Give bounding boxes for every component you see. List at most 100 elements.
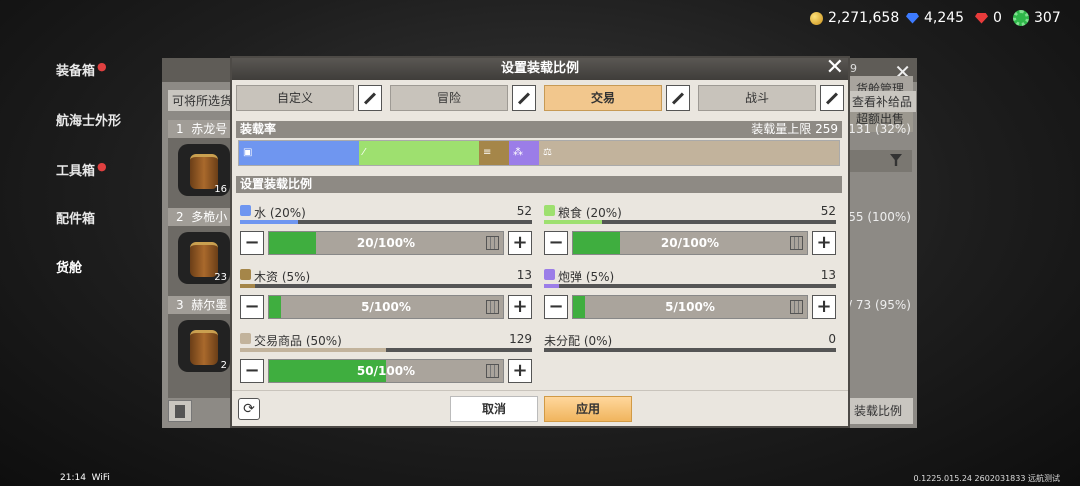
item-controls: − 50/100% + [240,359,532,383]
tab-adventure[interactable]: 冒险 [390,85,508,111]
green-gear-icon [1013,10,1029,26]
calculator-icon[interactable] [486,364,499,378]
lumber-icon [240,269,251,280]
increase-button[interactable]: + [812,231,836,255]
item-label: 木资 (5%) [254,270,311,284]
calculator-icon[interactable] [790,236,803,250]
ratio-slider[interactable]: 5/100% [268,295,504,319]
water-icon [240,205,251,216]
nav-item-equipment[interactable]: 装备箱 ● [56,60,107,79]
red-gem-icon [975,12,988,24]
item-controls: − 20/100% + [544,231,836,255]
calculator-icon[interactable] [790,300,803,314]
increase-button[interactable]: + [508,359,532,383]
view-supply-link[interactable]: 查看补给品 [848,91,917,112]
item-controls: − 5/100% + [544,295,836,319]
barrel-icon: 16 [178,144,230,196]
gold-currency: 2,271,658 [810,10,899,26]
side-nav: 装备箱 ● 航海士外形 工具箱 ● 配件箱 货舱 [0,0,160,486]
apply-button[interactable]: 应用 [544,396,632,422]
ratio-slider[interactable]: 20/100% [572,231,808,255]
decrease-button[interactable]: − [544,231,568,255]
load-segment: ▣ [239,141,359,165]
increase-button[interactable]: + [812,295,836,319]
red-gem-currency: 0 [975,10,1002,26]
ratio-slider[interactable]: 20/100% [268,231,504,255]
ratio-header: 设置装载比例 [236,176,842,193]
status-bar: 21:14 WiFi [60,473,110,483]
ratio-slider[interactable]: 5/100% [572,295,808,319]
decrease-button[interactable]: − [240,231,264,255]
ratio-slider[interactable]: 50/100% [268,359,504,383]
preset-tabs: 自定义 冒险 交易 战斗 [236,85,844,113]
row-percent: / 73 (95%) [848,298,911,312]
decrease-button[interactable]: − [240,359,264,383]
item-ratio-bar [240,348,532,352]
increase-button[interactable]: + [508,295,532,319]
decrease-button[interactable]: − [240,295,264,319]
nav-item-toolbox[interactable]: 工具箱 ● [56,160,107,179]
load-segment: ⁄ [359,141,479,165]
edit-trade-icon[interactable] [666,85,690,111]
green-currency: 307 [1013,10,1061,26]
lumber-icon: ≡ [483,147,492,158]
item-max: 52 [516,204,532,218]
ratio-value: 20/100% [660,236,720,250]
increase-button[interactable]: + [508,231,532,255]
calculator-icon[interactable] [486,236,499,250]
ratio-value: 50/100% [356,364,416,378]
load-rate-bar: ▣ ⁄ ≡ ⁂ ⚖ [238,140,840,166]
nav-item-navigator-skin[interactable]: 航海士外形 [56,110,121,129]
tab-custom[interactable]: 自定义 [236,85,354,111]
trash-button[interactable] [168,400,192,422]
ratio-value: 5/100% [665,300,715,314]
load-rate-header: 装载率 装载量上限 259 [236,121,842,138]
calculator-icon[interactable] [486,300,499,314]
load-ratio-dialog: 设置装载比例 ✕ 自定义 冒险 交易 战斗 装载率 装载量上限 259 ▣ ⁄ ≡ ⁂… [230,56,850,428]
blue-gem-icon [906,12,919,24]
ratio-value: 5/100% [361,300,411,314]
tab-battle[interactable]: 战斗 [698,85,816,111]
item-ratio-bar [240,284,532,288]
ship-row[interactable]: 2 [168,314,236,398]
cancel-button[interactable]: 取消 [450,396,538,422]
cannonball-icon [544,269,555,280]
food-icon [544,205,555,216]
item-controls: − 20/100% + [240,231,532,255]
item-max: 52 [820,204,836,218]
item-ratio-bar [240,220,532,224]
filter-bar[interactable] [848,150,912,172]
nav-item-cargo[interactable]: 货舱 [56,257,82,276]
trade-goods-icon: ⚖ [543,147,552,158]
item-controls: − 5/100% + [240,295,532,319]
item-label: 粮食 (20%) [558,206,622,220]
item-ratio-bar [544,284,836,288]
dialog-title: 设置装载比例 [232,58,848,80]
hint-text: 可将所选货 [168,90,237,111]
gold-coin-icon [810,11,823,25]
load-segment: ≡ [479,141,509,165]
tab-trade[interactable]: 交易 [544,85,662,111]
barrel-icon: 2 [178,320,230,372]
close-icon[interactable]: ✕ [826,56,844,80]
edit-custom-icon[interactable] [358,85,382,111]
item-max: 0 [828,332,836,346]
nav-item-parts[interactable]: 配件箱 [56,208,95,227]
filter-icon[interactable] [890,154,902,166]
ratio-value: 20/100% [356,236,416,250]
item-label: 炮弹 (5%) [558,270,615,284]
item-label: 交易商品 (50%) [254,334,342,348]
reset-button[interactable]: ⟳ [238,398,260,420]
item-label: 水 (20%) [254,206,306,220]
water-icon: ▣ [243,147,253,158]
food-icon: ⁄ [363,147,365,158]
item-ratio-bar [544,348,836,352]
load-ratio-button[interactable]: 装载比例 [843,398,913,424]
edit-battle-icon[interactable] [820,85,844,111]
item-max: 13 [820,268,836,282]
trade-goods-icon [240,333,251,344]
blue-gem-currency: 4,245 [906,10,964,26]
decrease-button[interactable]: − [544,295,568,319]
edit-adventure-icon[interactable] [512,85,536,111]
trash-icon [175,405,185,418]
